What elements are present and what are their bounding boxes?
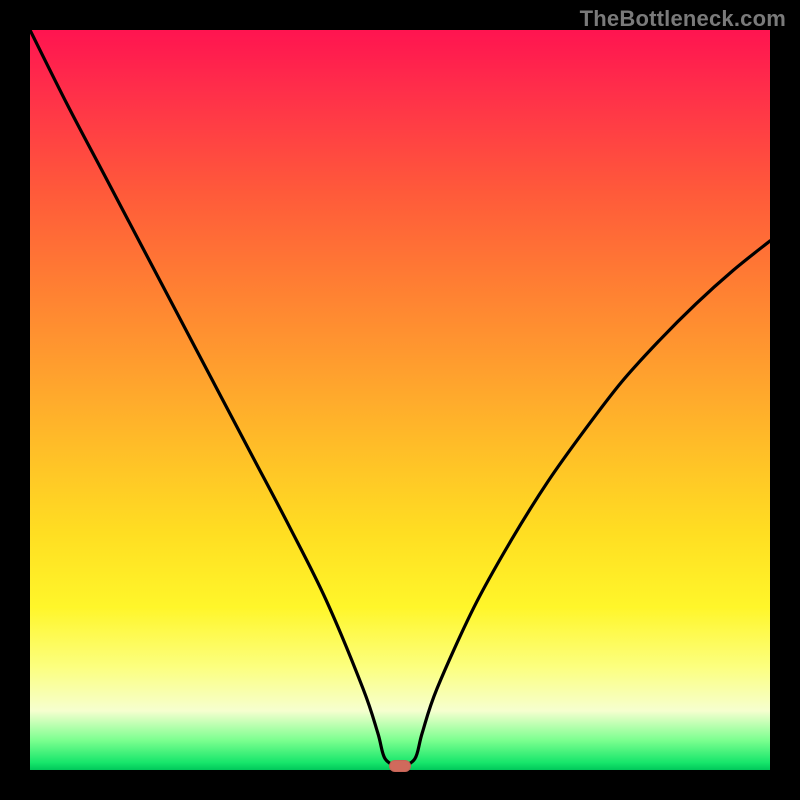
minimum-marker: [389, 760, 411, 772]
watermark-text: TheBottleneck.com: [580, 6, 786, 32]
bottleneck-curve: [30, 30, 770, 770]
chart-frame: TheBottleneck.com: [0, 0, 800, 800]
plot-area: [30, 30, 770, 770]
